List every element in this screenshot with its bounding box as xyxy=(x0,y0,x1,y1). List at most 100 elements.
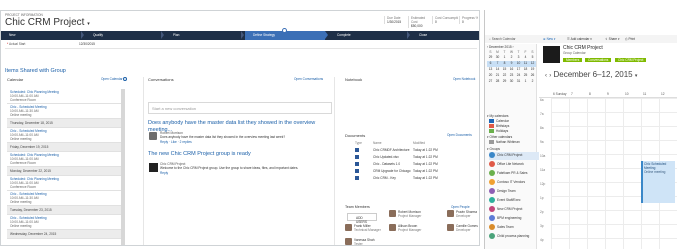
stage-field-value[interactable]: 12/30/2015 xyxy=(79,42,95,46)
group-entry[interactable]: New CRM Project xyxy=(489,206,539,214)
team-member[interactable]: Allison Brown Project Manager xyxy=(389,224,433,236)
members-tag[interactable]: Members xyxy=(563,58,583,62)
my-calendars-header[interactable]: ▾ My calendars xyxy=(487,114,508,118)
day-header[interactable]: 11 xyxy=(643,92,661,96)
group-tag[interactable]: Chic CRM Project xyxy=(615,58,647,62)
team-member[interactable]: Frank Miller Technical Manager xyxy=(345,224,389,236)
group-entry[interactable]: Design Team xyxy=(489,188,539,196)
add-event-icon[interactable] xyxy=(123,77,127,81)
search-box[interactable]: ⌕ Search Calendar xyxy=(489,37,527,41)
group-entry[interactable]: Sales Team xyxy=(489,224,539,232)
group-entry[interactable]: Office Lite Network xyxy=(489,161,539,169)
mini-date[interactable]: 29 xyxy=(501,79,508,85)
calendar-event[interactable]: Chic - Scheduled Meeting 10:00 AM–11:00 A… xyxy=(7,128,121,143)
day-header[interactable]: 12 xyxy=(661,92,677,96)
open-conversations-link[interactable]: Open Conversations xyxy=(294,77,323,81)
new-conversation-input[interactable]: Start a new conversation xyxy=(148,102,332,114)
conversations-tag[interactable]: Conversations xyxy=(585,58,612,62)
calendar-event[interactable]: Chic - Scheduled Meeting 10:00 AM–11:00 A… xyxy=(7,215,121,230)
group-entry[interactable]: Chic CRM Project xyxy=(489,152,539,160)
document-row[interactable]: CRM Upgrade for Chicago Today at 1:22 PM xyxy=(343,168,477,175)
avatar xyxy=(447,210,454,217)
stage-close[interactable]: Close xyxy=(411,31,479,40)
document-row[interactable]: Chic CRM - Key Today at 1:22 PM xyxy=(343,175,477,182)
calendar-event[interactable]: Scheduled: Chic Planning Meeting 10:00 AM… xyxy=(7,89,121,104)
post-actions[interactable]: Reply xyxy=(160,171,168,175)
week-dropdown-icon[interactable]: ▾ xyxy=(635,73,638,79)
next-month-icon[interactable]: › xyxy=(513,45,514,49)
print-button[interactable]: ⎙ Print xyxy=(625,37,635,41)
column-header-name[interactable]: Name xyxy=(373,141,382,145)
column-header-modified[interactable]: Modified xyxy=(413,141,425,145)
day-header[interactable]: 8 xyxy=(589,92,607,96)
team-member[interactable]: Camille Gomes Developer xyxy=(447,224,479,236)
calendar-entry[interactable]: Birthdays xyxy=(489,124,509,129)
mini-date[interactable]: 1 xyxy=(522,79,529,85)
conversation-post: Does anybody have the master data list t… xyxy=(148,120,332,144)
calendar-event[interactable]: Scheduled: Chic Planning Meeting 10:00 AM… xyxy=(7,176,121,191)
day-header[interactable]: 6 Sunday xyxy=(553,92,571,96)
group-entry[interactable]: BPM engineering xyxy=(489,215,539,223)
day-column-line xyxy=(623,98,624,249)
field-due-date: Due Date 1/30/2015 xyxy=(384,16,408,24)
post-actions[interactable]: Reply · Like · 2 replies xyxy=(160,140,192,144)
team-member[interactable]: Robert Morrison Project Manager xyxy=(389,210,433,222)
record-header: PROJECT INFORMATION Chic CRM Project ▾ D… xyxy=(1,11,479,31)
right-panel: Notebook Open Notebook Documents Open Do… xyxy=(343,77,479,245)
group-name: Sales Team xyxy=(497,224,514,229)
stage-plan[interactable]: Plan xyxy=(165,31,241,40)
column-header-type[interactable]: Type xyxy=(355,141,362,145)
group-entry[interactable]: Contoso IT Vendors xyxy=(489,179,539,187)
calendar-event[interactable]: Chic - Scheduled Meeting 10:00 AM–11:30 A… xyxy=(7,104,121,119)
group-name: Office Lite Network xyxy=(497,161,524,166)
mini-date[interactable]: 28 xyxy=(494,79,501,85)
calendar-event[interactable]: Scheduled: Chic Planning Meeting 10:00 AM… xyxy=(7,152,121,167)
add-users-button[interactable]: ADD USERS xyxy=(347,213,377,224)
group-avatar-icon xyxy=(489,197,495,203)
title-dropdown-icon[interactable]: ▾ xyxy=(87,21,90,27)
group-avatar-icon xyxy=(489,233,495,239)
day-header[interactable]: 9 xyxy=(607,92,625,96)
groups-header[interactable]: ▾ Groups xyxy=(487,147,500,151)
day-header[interactable]: 7 xyxy=(571,92,589,96)
calendar-entry[interactable]: Holidays xyxy=(489,129,508,134)
document-row[interactable]: Chic Updated.xlsx Today at 1:22 PM xyxy=(343,154,477,161)
group-entry[interactable]: Event Staff/Exec xyxy=(489,197,539,205)
calendar-event-block[interactable]: Chic Scheduled Meeting Online meeting xyxy=(641,161,675,203)
post-subject[interactable]: The new Chic CRM Project group is ready xyxy=(148,151,332,158)
document-row[interactable]: Chic CRMDF Architecture Today at 1:22 PM xyxy=(343,147,477,154)
group-entry[interactable]: Fabrikam PR & Sales xyxy=(489,170,539,178)
calendar-entry[interactable]: Calendar xyxy=(489,119,509,124)
prev-month-icon[interactable]: ‹ xyxy=(487,45,488,49)
mini-date[interactable]: 31 xyxy=(515,79,522,85)
team-member[interactable]: Pravin Sharma Developer xyxy=(447,210,479,222)
mini-date[interactable]: 2 xyxy=(529,79,536,85)
mini-date[interactable]: 30 xyxy=(508,79,515,85)
stage-new[interactable]: New xyxy=(1,31,81,40)
stage-qualify[interactable]: Qualify xyxy=(85,31,161,40)
open-people-link[interactable]: Open People xyxy=(451,205,470,209)
record-title[interactable]: Chic CRM Project ▾ xyxy=(5,17,90,30)
add-calendar-button[interactable]: ☰ Add calendar ▾ xyxy=(567,37,592,41)
stage-complete[interactable]: Complete xyxy=(329,31,407,40)
group-name: BPM engineering xyxy=(497,215,522,220)
calendar-entry[interactable]: Nathan Whitman xyxy=(489,140,520,145)
group-logo-icon xyxy=(543,46,560,63)
other-calendars-header[interactable]: ▾ Other calendars xyxy=(487,135,512,139)
calendar-panel: Calendar Open Calendar Scheduled: Chic P… xyxy=(5,77,129,245)
share-button[interactable]: ⇪ Share ▾ xyxy=(605,37,620,41)
open-calendar-link[interactable]: Open Calendar xyxy=(101,77,123,81)
mini-date[interactable]: 27 xyxy=(487,79,494,85)
next-week-icon[interactable]: › xyxy=(549,73,551,79)
open-documents-link[interactable]: Open Documents xyxy=(447,133,472,137)
team-member[interactable]: Vanessa Shah Tester xyxy=(345,238,389,245)
documents-label: Documents xyxy=(345,133,366,138)
new-button[interactable]: ⊕ New ▾ xyxy=(543,37,555,41)
hour-label: 12p xyxy=(540,182,546,186)
open-notebook-link[interactable]: Open Notebook xyxy=(453,77,475,81)
day-header[interactable]: 10 xyxy=(625,92,643,96)
prev-week-icon[interactable]: ‹ xyxy=(545,73,547,79)
group-entry[interactable]: Child process planning xyxy=(489,233,539,241)
calendar-event[interactable]: Chic - Scheduled Meeting 10:00 AM–11:30 A… xyxy=(7,191,121,206)
document-row[interactable]: Chic - Datasets 1.0 Today at 1:22 PM xyxy=(343,161,477,168)
